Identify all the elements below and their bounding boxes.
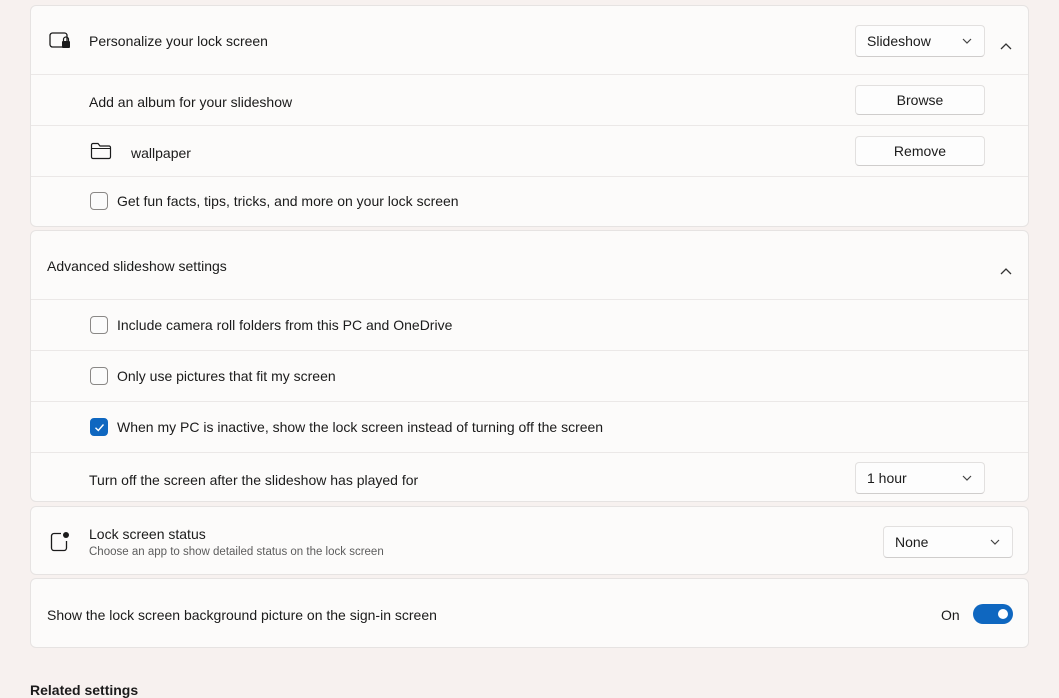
- camera-roll-label: Include camera roll folders from this PC…: [117, 317, 453, 333]
- lock-screen-type-dropdown[interactable]: Slideshow: [855, 25, 985, 57]
- personalize-header[interactable]: Personalize your lock screen Slideshow: [31, 6, 1028, 74]
- fit-screen-label: Only use pictures that fit my screen: [117, 368, 336, 384]
- turn-off-duration-dropdown[interactable]: 1 hour: [855, 462, 985, 494]
- checkmark-icon: [95, 424, 105, 432]
- collapse-chevron-up-icon[interactable]: [1000, 37, 1012, 53]
- browse-button[interactable]: Browse: [855, 85, 985, 115]
- camera-roll-row: Include camera roll folders from this PC…: [31, 299, 1028, 350]
- lock-screen-type-value: Slideshow: [867, 33, 931, 49]
- toggle-knob: [998, 609, 1008, 619]
- inactive-checkbox[interactable]: [90, 418, 108, 436]
- lock-status-subtitle: Choose an app to show detailed status on…: [89, 546, 384, 558]
- inactive-row: When my PC is inactive, show the lock sc…: [31, 401, 1028, 452]
- fit-screen-row: Only use pictures that fit my screen: [31, 350, 1028, 401]
- personalize-title: Personalize your lock screen: [89, 33, 268, 49]
- album-row: Add an album for your slideshow Browse: [31, 74, 1028, 125]
- chevron-down-icon: [962, 475, 972, 481]
- remove-button[interactable]: Remove: [855, 136, 985, 166]
- advanced-title: Advanced slideshow settings: [47, 258, 227, 274]
- turn-off-label: Turn off the screen after the slideshow …: [89, 472, 419, 488]
- advanced-card: Advanced slideshow settings Include came…: [30, 230, 1029, 502]
- lock-screen-icon: [49, 32, 71, 53]
- folder-icon: [90, 142, 112, 163]
- turn-off-duration-value: 1 hour: [867, 470, 907, 486]
- chevron-down-icon: [990, 539, 1000, 545]
- lock-status-dropdown[interactable]: None: [883, 526, 1013, 558]
- advanced-header[interactable]: Advanced slideshow settings: [31, 231, 1028, 299]
- fun-facts-row: Get fun facts, tips, tricks, and more on…: [31, 176, 1028, 227]
- folder-name: wallpaper: [131, 145, 191, 161]
- collapse-chevron-up-icon[interactable]: [1000, 262, 1012, 278]
- inactive-label: When my PC is inactive, show the lock sc…: [117, 419, 604, 435]
- signin-label: Show the lock screen background picture …: [47, 607, 437, 623]
- fit-screen-checkbox[interactable]: [90, 367, 108, 385]
- fun-facts-label: Get fun facts, tips, tricks, and more on…: [117, 193, 459, 209]
- camera-roll-checkbox[interactable]: [90, 316, 108, 334]
- lock-status-value: None: [895, 534, 929, 550]
- folder-row: wallpaper Remove: [31, 125, 1028, 176]
- album-label: Add an album for your slideshow: [89, 94, 293, 110]
- turn-off-row: Turn off the screen after the slideshow …: [31, 452, 1028, 503]
- signin-card: Show the lock screen background picture …: [30, 578, 1029, 648]
- signin-background-toggle[interactable]: [973, 604, 1013, 624]
- lock-status-icon: [49, 531, 71, 556]
- personalize-card: Personalize your lock screen Slideshow A…: [30, 5, 1029, 227]
- lock-status-title: Lock screen status: [89, 526, 206, 542]
- lock-status-card: Lock screen status Choose an app to show…: [30, 506, 1029, 575]
- related-settings-heading: Related settings: [30, 682, 139, 698]
- fun-facts-checkbox[interactable]: [90, 192, 108, 210]
- chevron-down-icon: [962, 38, 972, 44]
- signin-state-label: On: [941, 607, 960, 623]
